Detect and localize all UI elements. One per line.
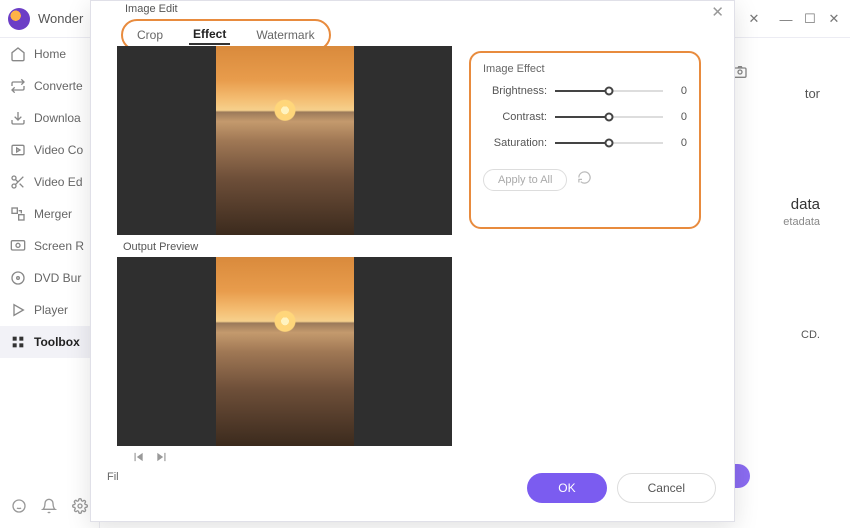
prev-frame-icon[interactable]: [131, 450, 145, 469]
sidebar-item-screen-rec[interactable]: Screen R: [0, 230, 99, 262]
window-controls: ✕ — ☐ ✕: [742, 0, 846, 38]
original-preview: [117, 46, 452, 235]
sidebar-item-video-compress[interactable]: Video Co: [0, 134, 99, 166]
sidebar-item-label: Video Co: [34, 143, 83, 157]
brightness-slider[interactable]: [555, 85, 663, 97]
brightness-label: Brightness:: [483, 85, 547, 97]
image-edit-modal: Image Edit ✕ Crop Effect Watermark Outpu…: [90, 0, 735, 522]
right-panel-text-3: etadata: [783, 216, 820, 228]
tab-crop[interactable]: Crop: [133, 26, 167, 44]
file-label: Fil: [107, 471, 119, 483]
effect-panel-title: Image Effect: [483, 63, 687, 75]
sidebar: Home Converte Downloa Video Co Video Ed …: [0, 38, 100, 528]
sidebar-item-download[interactable]: Downloa: [0, 102, 99, 134]
saturation-row: Saturation: 0: [483, 137, 687, 149]
playback-controls: [131, 450, 169, 469]
sidebar-item-converter[interactable]: Converte: [0, 70, 99, 102]
settings-icon[interactable]: [70, 496, 90, 516]
merge-icon: [10, 206, 26, 222]
convert-icon: [10, 78, 26, 94]
sidebar-item-label: Player: [34, 303, 68, 317]
sidebar-item-video-edit[interactable]: Video Ed: [0, 166, 99, 198]
tab-effect[interactable]: Effect: [189, 25, 230, 45]
sidebar-item-label: Converte: [34, 79, 83, 93]
contrast-value: 0: [671, 111, 687, 123]
brightness-value: 0: [671, 85, 687, 97]
window-close-icon[interactable]: ✕: [822, 7, 846, 31]
app-title: Wonder: [38, 11, 83, 26]
apply-to-all-button[interactable]: Apply to All: [483, 169, 567, 191]
sidebar-item-label: Video Ed: [34, 175, 83, 189]
download-icon: [10, 110, 26, 126]
cancel-button[interactable]: Cancel: [617, 473, 716, 503]
sidebar-item-label: Home: [34, 47, 66, 61]
sidebar-item-home[interactable]: Home: [0, 38, 99, 70]
notification-icon[interactable]: [39, 496, 59, 516]
right-panel-text-1: tor: [805, 86, 820, 101]
scissors-icon: [10, 174, 26, 190]
next-frame-icon[interactable]: [155, 450, 169, 469]
modal-title: Image Edit: [125, 3, 178, 15]
saturation-value: 0: [671, 137, 687, 149]
disc-icon: [10, 270, 26, 286]
modal-footer: OK Cancel: [527, 473, 716, 503]
output-preview-label: Output Preview: [123, 241, 198, 253]
sidebar-item-toolbox[interactable]: Toolbox: [0, 326, 99, 358]
window-minimize-icon[interactable]: —: [774, 7, 798, 31]
effect-actions: Apply to All: [483, 169, 687, 191]
tab-watermark[interactable]: Watermark: [252, 26, 318, 44]
sidebar-item-merger[interactable]: Merger: [0, 198, 99, 230]
feedback-icon[interactable]: [9, 496, 29, 516]
contrast-slider[interactable]: [555, 111, 663, 123]
right-panel-text-4: CD.: [801, 329, 820, 341]
sidebar-item-label: DVD Bur: [34, 271, 81, 285]
contrast-label: Contrast:: [483, 111, 547, 123]
contrast-row: Contrast: 0: [483, 111, 687, 123]
brightness-row: Brightness: 0: [483, 85, 687, 97]
sidebar-item-dvd-burn[interactable]: DVD Bur: [0, 262, 99, 294]
image-effect-panel: Image Effect Brightness: 0 Contrast: 0 S…: [469, 51, 701, 229]
record-icon: [10, 238, 26, 254]
sidebar-item-label: Downloa: [34, 111, 81, 125]
saturation-slider[interactable]: [555, 137, 663, 149]
reset-icon[interactable]: [577, 170, 592, 190]
saturation-label: Saturation:: [483, 137, 547, 149]
output-image: [216, 257, 354, 446]
modal-top-close-icon[interactable]: ✕: [742, 7, 766, 31]
output-preview: [117, 257, 452, 446]
modal-close-button[interactable]: ✕: [711, 3, 724, 21]
sidebar-footer: [0, 490, 99, 522]
sidebar-item-label: Toolbox: [34, 335, 80, 349]
ok-button[interactable]: OK: [527, 473, 606, 503]
sidebar-item-player[interactable]: Player: [0, 294, 99, 326]
sidebar-item-label: Screen R: [34, 239, 84, 253]
play-icon: [10, 302, 26, 318]
original-image: [216, 46, 354, 235]
app-logo: [8, 8, 30, 30]
video-compress-icon: [10, 142, 26, 158]
home-icon: [10, 46, 26, 62]
right-panel-text-2: data: [791, 196, 820, 213]
window-maximize-icon[interactable]: ☐: [798, 7, 822, 31]
toolbox-icon: [10, 334, 26, 350]
sidebar-item-label: Merger: [34, 207, 72, 221]
